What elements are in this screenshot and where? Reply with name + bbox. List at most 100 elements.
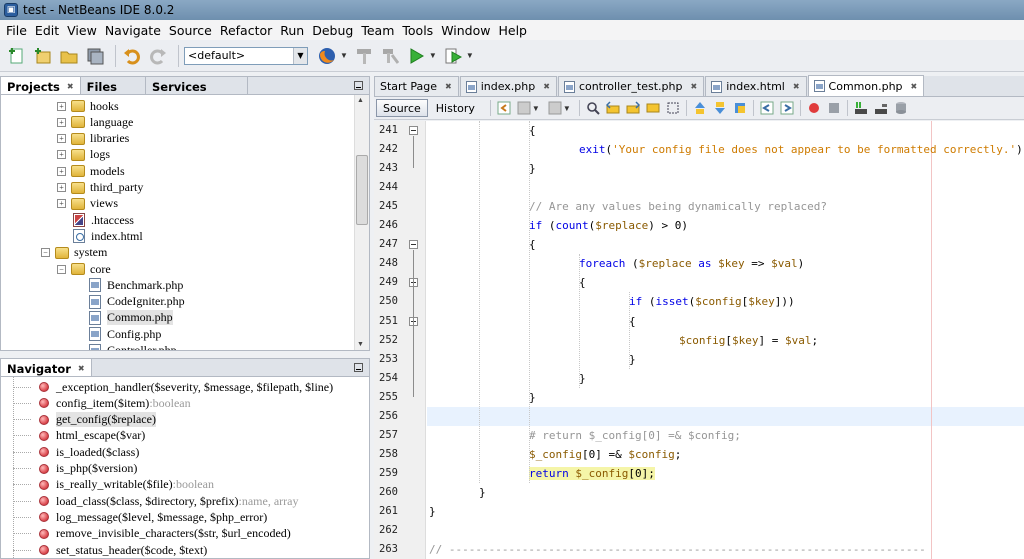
toggle-highlight-search-button[interactable] — [645, 100, 661, 116]
navigator-function-item[interactable]: html_escape($var) — [1, 428, 145, 444]
code-line[interactable]: exit('Your config file does not appear t… — [579, 140, 1024, 159]
menu-refactor[interactable]: Refactor — [216, 23, 276, 38]
code-line[interactable]: } — [429, 502, 436, 521]
new-project-button[interactable] — [32, 45, 54, 67]
line-number-gutter[interactable]: 241 242 243 244 245 246 247 248 249 250 251 252 253 2… — [374, 121, 426, 559]
close-icon[interactable]: ✖ — [690, 82, 697, 91]
menu-tools[interactable]: Tools — [398, 23, 437, 38]
undo-button[interactable] — [121, 45, 143, 67]
save-all-button[interactable] — [84, 45, 106, 67]
start-macro-recording-button[interactable] — [806, 100, 822, 116]
tree-item[interactable]: + third_party — [57, 180, 143, 196]
menu-help[interactable]: Help — [494, 23, 531, 38]
expand-icon[interactable]: + — [57, 183, 66, 192]
close-icon[interactable]: ✖ — [911, 82, 918, 91]
chevron-down-icon[interactable]: ▼ — [563, 104, 571, 113]
scroll-down-icon[interactable]: ▼ — [357, 341, 364, 348]
navigator-function-item[interactable]: config_item($item):boolean — [1, 395, 191, 411]
run-in-browser-button[interactable] — [316, 45, 338, 67]
tree-item[interactable]: + language — [57, 114, 133, 130]
menu-file[interactable]: File — [2, 23, 31, 38]
tree-item[interactable]: Benchmark.php — [89, 277, 183, 293]
menu-debug[interactable]: Debug — [308, 23, 357, 38]
open-project-button[interactable] — [58, 45, 80, 67]
scrollbar-thumb[interactable] — [356, 155, 368, 225]
menu-navigate[interactable]: Navigate — [101, 23, 165, 38]
chevron-down-icon[interactable]: ▼ — [340, 51, 348, 60]
menu-source[interactable]: Source — [165, 23, 216, 38]
menu-run[interactable]: Run — [276, 23, 308, 38]
code-editor[interactable]: 241 242 243 244 245 246 247 248 249 250 251 252 253 2… — [374, 121, 1024, 559]
tree-item[interactable]: − core — [57, 261, 111, 277]
close-icon[interactable]: ✖ — [793, 82, 800, 91]
forward-button[interactable] — [547, 100, 563, 116]
tree-item[interactable]: .htaccess — [73, 212, 134, 228]
tab-navigator[interactable]: Navigator ✖ — [1, 359, 92, 376]
code-line[interactable]: } — [479, 483, 486, 502]
code-line[interactable]: // -------------------------------------… — [429, 540, 926, 559]
expand-icon[interactable]: + — [57, 199, 66, 209]
database-button[interactable] — [893, 100, 909, 116]
tree-item[interactable]: CodeIgniter.php — [89, 294, 185, 310]
find-next-button[interactable] — [625, 100, 641, 116]
tree-item[interactable]: − system — [41, 245, 107, 261]
editor-tab[interactable]: controller_test.php ✖ — [557, 76, 705, 96]
fold-collapse-icon[interactable] — [409, 240, 418, 250]
minimize-icon[interactable] — [354, 81, 363, 90]
navigator-function-item[interactable]: is_loaded($class) — [1, 444, 139, 460]
navigator-function-item[interactable]: get_config($replace) — [1, 412, 156, 428]
chevron-down-icon[interactable]: ▼ — [466, 51, 474, 60]
expand-icon[interactable]: + — [57, 101, 66, 111]
tree-item[interactable]: Common.php — [89, 310, 173, 326]
tree-item[interactable]: + hooks — [57, 98, 119, 114]
tree-item[interactable]: + views — [57, 196, 118, 212]
toggle-rectangular-selection-button[interactable] — [665, 100, 681, 116]
comment-button[interactable] — [853, 100, 869, 116]
tree-item[interactable]: Config.php — [89, 326, 161, 342]
navigator-function-item[interactable]: is_php($version) — [1, 461, 137, 477]
toggle-bookmark-button[interactable] — [732, 100, 748, 116]
menu-view[interactable]: View — [63, 23, 101, 38]
navigator-function-item[interactable]: _exception_handler($severity, $message, … — [1, 379, 333, 395]
code-line[interactable]: foreach ($replace as $key => $val) — [579, 254, 804, 273]
close-icon[interactable]: ✖ — [445, 82, 452, 91]
close-icon[interactable]: ✖ — [543, 82, 550, 91]
stop-macro-recording-button[interactable] — [826, 100, 842, 116]
expand-icon[interactable]: + — [57, 166, 66, 176]
menu-team[interactable]: Team — [357, 23, 398, 38]
history-view-button[interactable]: History — [430, 99, 481, 117]
close-icon[interactable]: ✖ — [67, 82, 74, 91]
tab-files[interactable]: Files — [81, 77, 146, 94]
tree-item[interactable]: + logs — [57, 147, 110, 163]
minimize-icon[interactable] — [354, 363, 363, 372]
tab-services[interactable]: Services — [146, 77, 248, 94]
code-line[interactable]: # return $_config[0] =& $config; — [529, 426, 741, 445]
collapse-icon[interactable]: − — [41, 248, 50, 258]
code-line[interactable]: $config[$key] = $val; — [679, 331, 818, 350]
editor-tab[interactable]: Common.php ✖ — [807, 75, 925, 96]
redo-button[interactable] — [147, 45, 169, 67]
editor-tab[interactable]: Start Page ✖ — [374, 76, 459, 96]
code-line[interactable]: $_config[0] =& $config; — [529, 445, 681, 464]
clean-build-button[interactable] — [379, 45, 401, 67]
menu-edit[interactable]: Edit — [31, 23, 63, 38]
tree-item[interactable]: + libraries — [57, 131, 129, 147]
source-view-button[interactable]: Source — [376, 99, 428, 117]
build-button[interactable] — [353, 45, 375, 67]
chevron-down-icon[interactable]: ▼ — [532, 104, 540, 113]
scroll-up-icon[interactable]: ▲ — [357, 97, 364, 104]
tree-item[interactable]: + models — [57, 163, 125, 179]
code-line[interactable]: // Are any values being dynamically repl… — [529, 197, 827, 216]
back-button[interactable] — [516, 100, 532, 116]
code-line[interactable]: if (isset($config[$key])) — [629, 292, 795, 311]
expand-icon[interactable]: + — [57, 150, 66, 160]
fold-collapse-icon[interactable] — [409, 126, 418, 135]
last-edit-button[interactable] — [496, 100, 512, 116]
collapse-icon[interactable]: − — [57, 264, 66, 274]
navigator-function-item[interactable]: log_message($level, $message, $php_error… — [1, 509, 267, 525]
code-line[interactable]: if (count($replace) > 0) — [529, 216, 688, 235]
navigator-function-item[interactable]: set_status_header($code, $text) — [1, 542, 207, 558]
editor-tab[interactable]: index.html ✖ — [705, 76, 807, 96]
navigator-function-item[interactable]: remove_invisible_characters($str, $url_e… — [1, 526, 291, 542]
uncomment-button[interactable] — [873, 100, 889, 116]
